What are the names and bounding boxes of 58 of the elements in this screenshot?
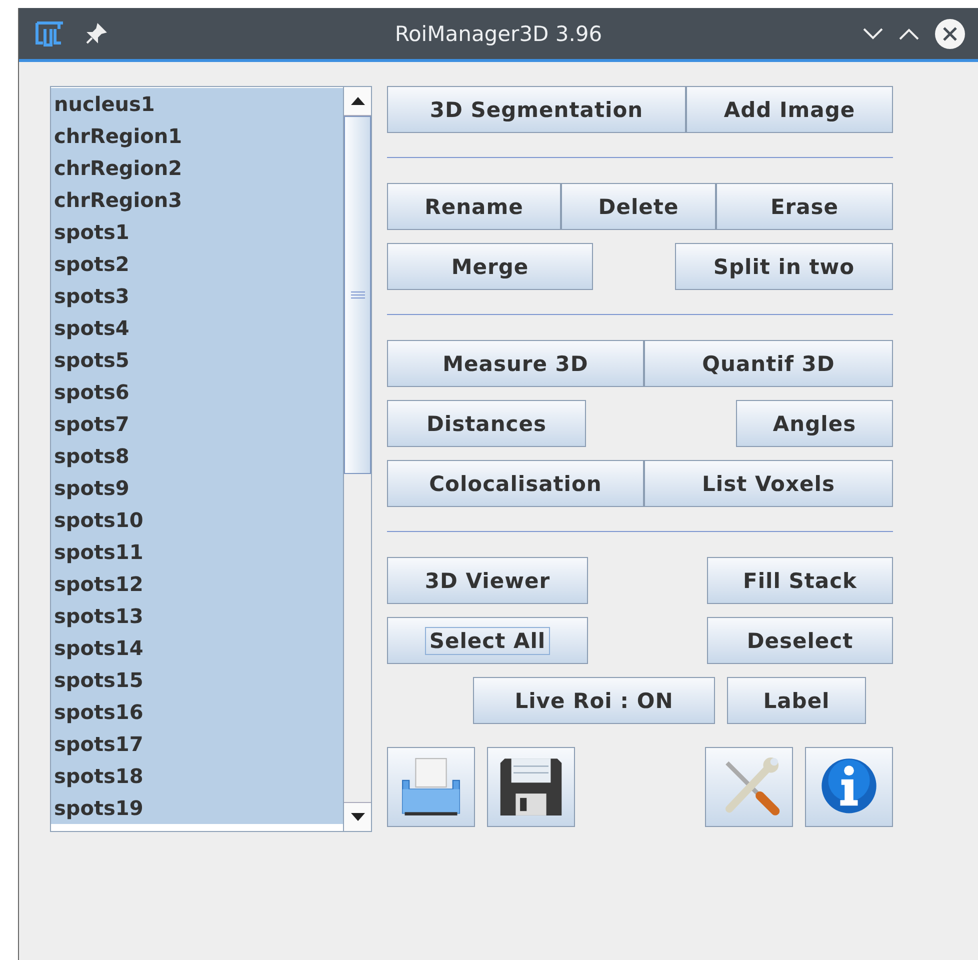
window-title: RoiManager3D 3.96: [394, 22, 604, 46]
scrollbar-thumb[interactable]: [344, 116, 371, 474]
list-item[interactable]: spots4: [51, 312, 343, 344]
list-item[interactable]: spots9: [51, 472, 343, 504]
action-button[interactable]: Add Image: [686, 86, 893, 133]
list-item[interactable]: spots3: [51, 280, 343, 312]
list-item[interactable]: spots13: [51, 600, 343, 632]
action-button[interactable]: Distances: [387, 400, 586, 447]
action-button[interactable]: Select All: [387, 617, 588, 664]
maximize-icon[interactable]: [898, 26, 920, 40]
scroll-down-button[interactable]: [344, 802, 371, 831]
app-logo-icon: [35, 20, 65, 46]
action-button[interactable]: Colocalisation: [387, 460, 644, 507]
list-item[interactable]: spots6: [51, 376, 343, 408]
list-item[interactable]: spots2: [51, 248, 343, 280]
minimize-icon[interactable]: [862, 26, 884, 40]
action-button[interactable]: Angles: [736, 400, 893, 447]
roi-list[interactable]: nucleus1 chrRegion1 chrRegion2 chrRegion3 spots1 spots2 spots3 spots4 spots5 spots6 spots7 spots8 spots9 spots10 spots11 spots12 spots13 spots14 spots15 spots16 spots17 spots18 spots19: [50, 86, 372, 832]
pin-icon[interactable]: [85, 22, 107, 44]
list-item[interactable]: chrRegion2: [51, 152, 343, 184]
action-button[interactable]: Split in two: [675, 243, 893, 290]
list-item[interactable]: spots7: [51, 408, 343, 440]
action-button[interactable]: Quantif 3D: [644, 340, 893, 387]
action-button[interactable]: Label: [727, 677, 866, 724]
action-button[interactable]: Measure 3D: [387, 340, 644, 387]
action-button[interactable]: 3D Viewer: [387, 557, 588, 604]
list-item[interactable]: nucleus1: [51, 88, 343, 120]
action-button[interactable]: Merge: [387, 243, 593, 290]
list-item[interactable]: chrRegion3: [51, 184, 343, 216]
list-item[interactable]: spots18: [51, 760, 343, 792]
action-button[interactable]: List Voxels: [644, 460, 893, 507]
list-item[interactable]: spots12: [51, 568, 343, 600]
list-item[interactable]: spots14: [51, 632, 343, 664]
list-item[interactable]: spots15: [51, 664, 343, 696]
list-item[interactable]: spots5: [51, 344, 343, 376]
action-button[interactable]: 3D Segmentation: [387, 86, 686, 133]
list-item[interactable]: spots19: [51, 792, 343, 824]
close-icon[interactable]: [934, 18, 966, 50]
print-button[interactable]: [387, 747, 475, 827]
action-button[interactable]: Erase: [716, 183, 893, 230]
caret-down-icon: [350, 813, 364, 821]
action-button[interactable]: Deselect: [707, 617, 893, 664]
caret-up-icon: [350, 97, 364, 105]
action-button[interactable]: Live Roi : ON: [473, 677, 715, 724]
save-button[interactable]: [487, 747, 575, 827]
list-item[interactable]: spots17: [51, 728, 343, 760]
list-item[interactable]: chrRegion1: [51, 120, 343, 152]
action-button[interactable]: Rename: [387, 183, 561, 230]
scroll-up-button[interactable]: [344, 87, 371, 116]
list-item[interactable]: spots16: [51, 696, 343, 728]
settings-button[interactable]: [705, 747, 793, 827]
list-item[interactable]: spots10: [51, 504, 343, 536]
list-item[interactable]: spots1: [51, 216, 343, 248]
info-button[interactable]: [805, 747, 893, 827]
action-button[interactable]: Delete: [561, 183, 716, 230]
action-button[interactable]: Fill Stack: [707, 557, 893, 604]
list-item[interactable]: spots8: [51, 440, 343, 472]
list-item[interactable]: spots11: [51, 536, 343, 568]
